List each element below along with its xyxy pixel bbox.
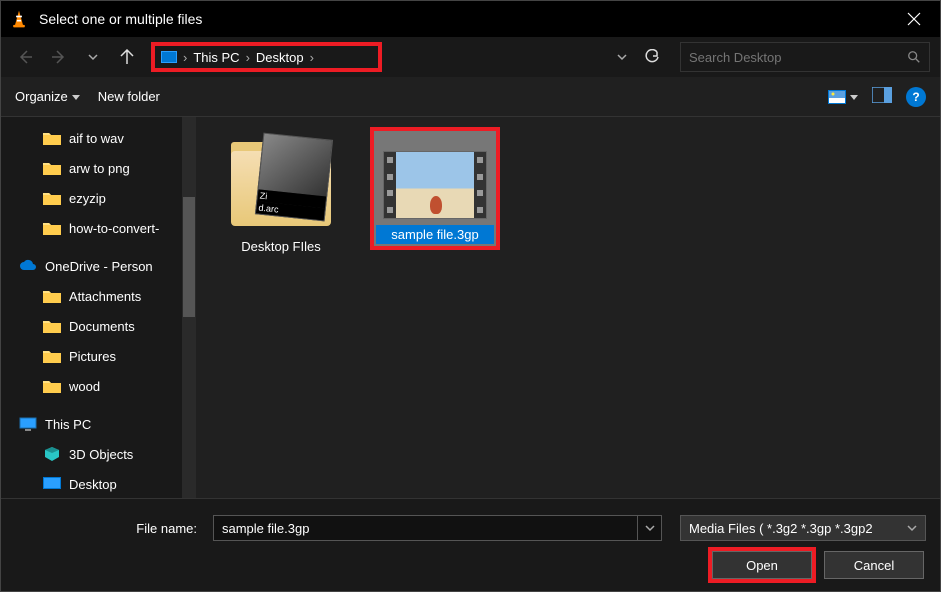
close-button[interactable] bbox=[892, 1, 936, 37]
sidebar-item-arw-to-png[interactable]: arw to png bbox=[1, 153, 196, 183]
picture-icon bbox=[828, 90, 846, 104]
filename-input[interactable] bbox=[213, 515, 638, 541]
help-button[interactable]: ? bbox=[906, 87, 926, 107]
vlc-icon bbox=[9, 9, 29, 29]
triangle-down-icon bbox=[850, 93, 858, 101]
arrow-up-icon bbox=[119, 49, 135, 65]
open-button[interactable]: Open bbox=[712, 551, 812, 579]
desktop-icon bbox=[43, 477, 61, 491]
cloud-icon bbox=[19, 259, 37, 273]
file-list[interactable]: Zid.arc Desktop FIles sample file.3gp bbox=[196, 117, 940, 498]
folder-icon bbox=[43, 289, 61, 303]
folder-icon bbox=[43, 191, 61, 205]
chevron-down-icon bbox=[645, 523, 655, 533]
folder-icon bbox=[43, 131, 61, 145]
folder-thumbnail: Zid.arc bbox=[226, 131, 336, 231]
breadcrumb-dropdown[interactable] bbox=[608, 43, 636, 71]
sidebar-item-attachments[interactable]: Attachments bbox=[1, 281, 196, 311]
arrow-right-icon bbox=[51, 49, 67, 65]
sidebar-item-ezyzip[interactable]: ezyzip bbox=[1, 183, 196, 213]
chevron-right-icon: › bbox=[246, 50, 250, 65]
video-thumbnail bbox=[380, 133, 490, 219]
titlebar: Select one or multiple files bbox=[1, 1, 940, 37]
file-item-desktop-files[interactable]: Zid.arc Desktop FIles bbox=[216, 127, 346, 260]
breadcrumb-current[interactable]: Desktop bbox=[256, 50, 304, 65]
organize-menu[interactable]: Organize bbox=[15, 89, 80, 104]
sidebar-tree: aif to wav arw to png ezyzip how-to-conv… bbox=[1, 117, 196, 498]
chevron-down-icon bbox=[907, 523, 917, 533]
refresh-button[interactable] bbox=[638, 43, 666, 71]
sidebar-scrollbar-thumb[interactable] bbox=[183, 197, 195, 317]
cancel-button[interactable]: Cancel bbox=[824, 551, 924, 579]
nav-forward-button[interactable] bbox=[45, 43, 73, 71]
search-box[interactable] bbox=[680, 42, 930, 72]
toolbar: Organize New folder ? bbox=[1, 77, 940, 117]
organize-label: Organize bbox=[15, 89, 68, 104]
file-label-selected: sample file.3gp bbox=[376, 225, 494, 244]
search-icon bbox=[907, 50, 921, 64]
sidebar-item-documents[interactable]: Documents bbox=[1, 311, 196, 341]
sidebar-item-how-to-convert[interactable]: how-to-convert- bbox=[1, 213, 196, 243]
file-dialog-window: Select one or multiple files › This PC ›… bbox=[0, 0, 941, 592]
view-mode-button[interactable] bbox=[828, 90, 858, 104]
chevron-right-icon: › bbox=[183, 50, 187, 65]
pc-icon bbox=[19, 417, 37, 431]
nav-up-button[interactable] bbox=[113, 43, 141, 71]
sidebar-item-3d-objects[interactable]: 3D Objects bbox=[1, 439, 196, 469]
search-input[interactable] bbox=[689, 50, 907, 65]
filename-label: File name: bbox=[15, 521, 205, 536]
sidebar-item-desktop[interactable]: Desktop bbox=[1, 469, 196, 498]
refresh-icon bbox=[644, 49, 660, 65]
sidebar-item-aif-to-wav[interactable]: aif to wav bbox=[1, 123, 196, 153]
sidebar-item-pictures[interactable]: Pictures bbox=[1, 341, 196, 371]
close-icon bbox=[907, 12, 921, 26]
sidebar-this-pc[interactable]: This PC bbox=[1, 409, 196, 439]
nav-recent-dropdown[interactable] bbox=[79, 43, 107, 71]
folder-icon bbox=[43, 349, 61, 363]
folder-icon bbox=[43, 319, 61, 333]
file-label: Desktop FIles bbox=[237, 237, 324, 256]
filename-row: File name: Media Files ( *.3g2 *.3gp *.3… bbox=[15, 515, 926, 541]
filename-history-dropdown[interactable] bbox=[638, 515, 662, 541]
preview-pane-button[interactable] bbox=[872, 87, 892, 106]
sidebar-onedrive[interactable]: OneDrive - Person bbox=[1, 251, 196, 281]
navbar: › This PC › Desktop › bbox=[1, 37, 940, 77]
window-title: Select one or multiple files bbox=[39, 11, 892, 27]
breadcrumb-root[interactable]: This PC bbox=[193, 50, 239, 65]
monitor-icon bbox=[161, 51, 177, 63]
new-folder-button[interactable]: New folder bbox=[98, 89, 160, 104]
bottom-bar: File name: Media Files ( *.3g2 *.3gp *.3… bbox=[1, 498, 940, 591]
nav-back-button[interactable] bbox=[11, 43, 39, 71]
file-item-sample-file[interactable]: sample file.3gp bbox=[370, 127, 500, 250]
filetype-filter-dropdown[interactable]: Media Files ( *.3g2 *.3gp *.3gp2 bbox=[680, 515, 926, 541]
filetype-filter-label: Media Files ( *.3g2 *.3gp *.3gp2 bbox=[689, 521, 903, 536]
preview-pane-icon bbox=[872, 87, 892, 103]
arrow-left-icon bbox=[17, 49, 33, 65]
chevron-down-icon bbox=[88, 52, 98, 62]
triangle-down-icon bbox=[72, 93, 80, 101]
breadcrumb[interactable]: › This PC › Desktop › bbox=[151, 42, 382, 72]
sidebar-item-wood[interactable]: wood bbox=[1, 371, 196, 401]
chevron-down-icon bbox=[617, 52, 627, 62]
folder-icon bbox=[43, 161, 61, 175]
cube-icon bbox=[43, 447, 61, 461]
button-row: Open Cancel bbox=[15, 551, 926, 579]
folder-icon bbox=[43, 221, 61, 235]
folder-icon bbox=[43, 379, 61, 393]
sidebar: aif to wav arw to png ezyzip how-to-conv… bbox=[1, 117, 196, 498]
chevron-right-icon: › bbox=[310, 50, 314, 65]
body: aif to wav arw to png ezyzip how-to-conv… bbox=[1, 117, 940, 498]
